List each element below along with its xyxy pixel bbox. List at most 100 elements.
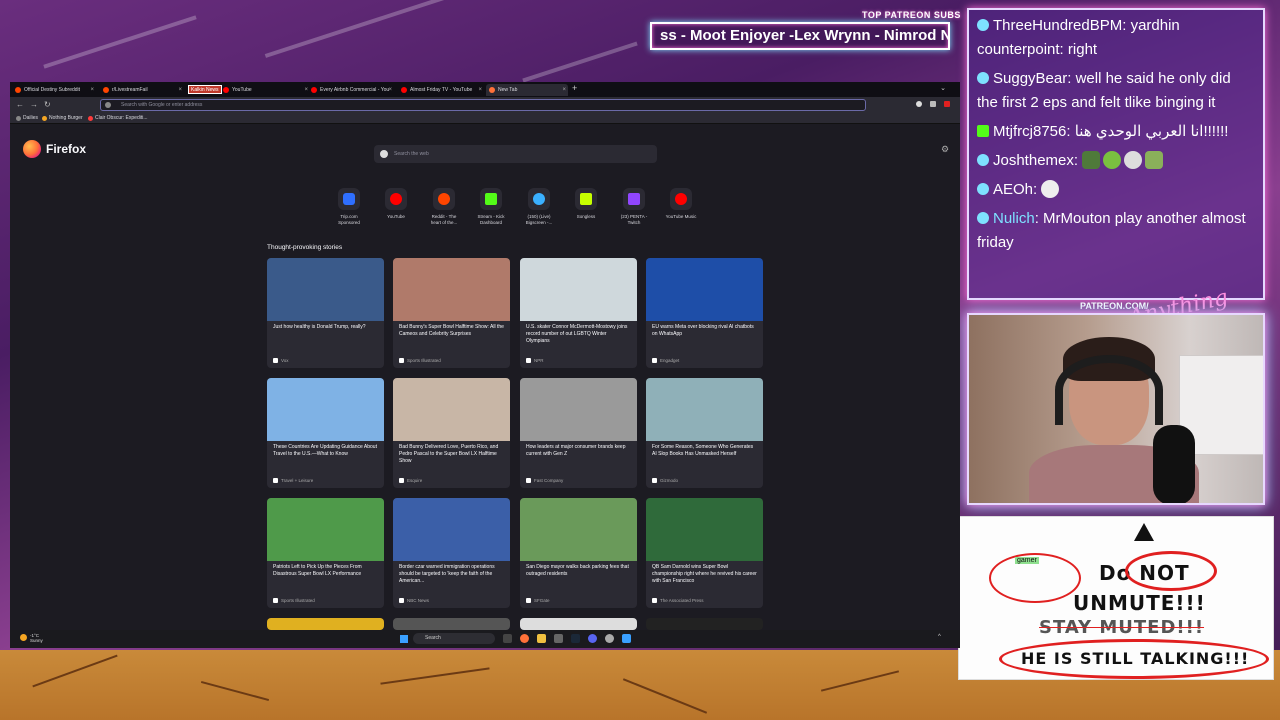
discord-icon[interactable]: [588, 634, 597, 643]
tab-list-chevron-icon[interactable]: ⌄: [940, 84, 946, 92]
story-title: EU warns Meta over blocking rival AI cha…: [652, 324, 754, 337]
terminal-icon[interactable]: [554, 634, 563, 643]
chat-badge-icon: [977, 212, 989, 224]
story-card[interactable]: Border czar warned immigration operation…: [393, 498, 510, 608]
story-source: Esquire: [399, 478, 422, 483]
bookmark-item[interactable]: Clair Obscur: Expediti...: [88, 115, 148, 121]
story-card[interactable]: Bad Bunny Delivered Love, Puerto Rico, a…: [393, 378, 510, 488]
tab[interactable]: Every Airbnb Commercial - You ×: [308, 84, 394, 96]
shortcut-tile[interactable]: Songless: [568, 188, 604, 220]
close-icon[interactable]: ×: [388, 84, 392, 96]
story-card[interactable]: [393, 618, 510, 630]
twitch-icon: [623, 188, 645, 210]
tab-label: Almost Friday TV - YouTube: [410, 87, 473, 93]
source-icon: [399, 478, 404, 483]
tab-bar: Official Destiny Subreddit × r/Livestream…: [10, 82, 960, 97]
shortcut-tile[interactable]: Stream - Kick Dashboard: [473, 188, 509, 226]
file-explorer-icon[interactable]: [537, 634, 546, 643]
story-card[interactable]: U.S. skater Connor McDermott-Mostowy joi…: [520, 258, 637, 368]
story-image: [267, 258, 384, 321]
shortcut-tile[interactable]: Reddit - The heart of the...: [426, 188, 462, 226]
forward-arrow-icon[interactable]: →: [30, 100, 38, 109]
story-card[interactable]: [520, 618, 637, 630]
taskbar-search[interactable]: Search: [413, 633, 495, 644]
stories-heading: Thought-provoking stories: [267, 244, 343, 251]
extensions-icon[interactable]: [930, 101, 936, 107]
patreon-ticker: ss - Moot Enjoyer -Lex Wrynn - Nimrod Ni…: [650, 22, 950, 50]
chat-username: ThreeHundredBPM: [993, 17, 1123, 34]
story-card[interactable]: These Countries Are Updating Guidance Ab…: [267, 378, 384, 488]
chat-message: Nulich: MrMouton play another almost fri…: [977, 210, 1246, 251]
story-title: How leaders at major consumer brands kee…: [526, 444, 626, 457]
tab-label: YouTube: [232, 87, 252, 93]
shortcut-tile[interactable]: (150) (Live) Bigscreen -...: [521, 188, 557, 226]
close-icon[interactable]: ×: [178, 84, 182, 96]
shortcut-tile[interactable]: YouTube: [378, 188, 414, 220]
story-card[interactable]: How leaders at major consumer brands kee…: [520, 378, 637, 488]
chevron-up-icon[interactable]: ^: [938, 634, 941, 640]
shortcut-label: Trip.com Sponsored: [338, 214, 360, 225]
weather-widget[interactable]: -1°C Sunny: [20, 633, 43, 643]
tab[interactable]: Almost Friday TV - YouTube ×: [398, 84, 484, 96]
tab-label: New Tab: [498, 87, 518, 93]
back-arrow-icon[interactable]: ←: [16, 100, 24, 109]
chat-badge-icon: [977, 183, 989, 195]
story-card[interactable]: QB Sam Darnold wins Super Bowl champions…: [646, 498, 763, 608]
story-card[interactable]: Just how healthy is Donald Trump, really…: [267, 258, 384, 368]
webcam-feed: [967, 313, 1265, 505]
close-icon[interactable]: ×: [562, 84, 566, 96]
story-source: Gizmodo: [652, 478, 678, 483]
search-input[interactable]: Search the web: [374, 145, 657, 163]
tab[interactable]: Official Destiny Subreddit ×: [12, 84, 96, 96]
firefox-icon[interactable]: [520, 634, 529, 643]
story-card[interactable]: San Diego mayor walks back parking fees …: [520, 498, 637, 608]
tab[interactable]: YouTube ×: [220, 84, 310, 96]
story-card[interactable]: [267, 618, 384, 630]
windows-start-icon[interactable]: [400, 635, 408, 643]
story-title: Bad Bunny Delivered Love, Puerto Rico, a…: [399, 444, 499, 464]
bookmark-item[interactable]: Nothing Burger: [42, 115, 83, 121]
chat-username: Mtjfrcj8756: [993, 123, 1067, 140]
youtube-icon: [311, 87, 317, 93]
story-image: [520, 378, 637, 441]
reload-icon[interactable]: ↻: [44, 100, 51, 109]
new-tab-plus-icon[interactable]: +: [572, 83, 577, 93]
account-icon[interactable]: [916, 101, 922, 107]
emote-icon: [1103, 151, 1122, 169]
story-card[interactable]: For Some Reason, Someone Who Generates A…: [646, 378, 763, 488]
shortcut-tile[interactable]: YouTube Music: [663, 188, 699, 220]
app-icon[interactable]: [622, 634, 631, 643]
shortcut-label: (23) PENTA - Twitch: [620, 214, 648, 225]
tab-new-tab[interactable]: New Tab ×: [486, 84, 568, 96]
bookmark-item[interactable]: Dailies: [16, 115, 38, 121]
shortcut-tile[interactable]: Trip.com Sponsored: [331, 188, 367, 226]
url-bar[interactable]: Search with Google or enter address: [100, 99, 866, 111]
nav-bar: ← → ↻ Search with Google or enter addres…: [10, 97, 960, 114]
logo-text: Firefox: [46, 142, 87, 156]
ublock-icon[interactable]: [944, 101, 950, 107]
story-image: [646, 498, 763, 561]
story-card[interactable]: Patriots Left to Pick Up the Pieces From…: [267, 498, 384, 608]
bookmark-label: Nothing Burger: [49, 115, 83, 121]
task-view-icon[interactable]: [503, 634, 512, 643]
close-icon[interactable]: ×: [478, 84, 482, 96]
steam-icon[interactable]: [571, 634, 580, 643]
youtube-music-icon: [670, 188, 692, 210]
shortcut-tile[interactable]: (23) PENTA - Twitch: [616, 188, 652, 226]
story-card[interactable]: [646, 618, 763, 630]
sun-icon: [20, 634, 27, 641]
story-card[interactable]: Bad Bunny's Super Bowl Halftime Show: Al…: [393, 258, 510, 368]
source-icon: [652, 478, 657, 483]
story-image: [393, 498, 510, 561]
close-icon[interactable]: ×: [90, 84, 94, 96]
url-placeholder: Search with Google or enter address: [121, 102, 203, 108]
source-icon: [399, 598, 404, 603]
gear-icon[interactable]: ⚙: [941, 144, 949, 155]
story-card[interactable]: EU warns Meta over blocking rival AI cha…: [646, 258, 763, 368]
emote-icon: [1145, 151, 1164, 169]
reddit-icon: [433, 188, 455, 210]
tab[interactable]: r/LivestreamFail ×: [100, 84, 184, 96]
firefox-logo: Firefox: [23, 139, 86, 159]
obs-icon[interactable]: [605, 634, 614, 643]
story-image: [393, 258, 510, 321]
